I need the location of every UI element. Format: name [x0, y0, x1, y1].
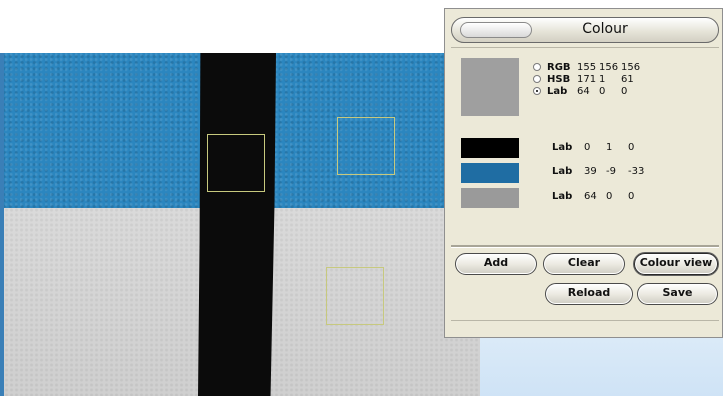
sample-3-label: Lab — [552, 191, 573, 202]
mode-option-hsb[interactable]: HSB 171 1 61 — [533, 73, 643, 85]
sample-2-b: -33 — [628, 166, 645, 177]
title-divider — [451, 47, 719, 48]
clear-button[interactable]: Clear — [543, 253, 625, 275]
sample-2-l: 39 — [584, 166, 597, 177]
colour-mode-options: RGB 155 156 156 HSB 171 1 61 Lab 64 0 0 — [533, 61, 643, 97]
radio-lab[interactable] — [533, 87, 541, 95]
panel-bottom-divider — [451, 320, 719, 321]
sample-1-a: 1 — [606, 142, 613, 153]
sample-row-2: Lab 39 -9 -33 — [552, 166, 650, 177]
sample-box-blue[interactable] — [337, 117, 395, 175]
reload-button[interactable]: Reload — [545, 283, 633, 305]
colour-view-button[interactable]: Colour view — [634, 253, 718, 275]
sample-1-b: 0 — [628, 142, 635, 153]
sample-3-l: 64 — [584, 191, 597, 202]
background-panel — [480, 330, 723, 396]
save-button[interactable]: Save — [637, 283, 718, 305]
sample-3-a: 0 — [606, 191, 613, 202]
sample-2-label: Lab — [552, 166, 573, 177]
hsb-b: 61 — [621, 73, 634, 85]
lab-a: 0 — [599, 85, 606, 97]
sample-box-black[interactable] — [207, 134, 265, 192]
lab-b: 0 — [621, 85, 628, 97]
sample-1-l: 0 — [584, 142, 591, 153]
sample-1-label: Lab — [552, 142, 573, 153]
sample-row-1: Lab 0 1 0 — [552, 142, 650, 153]
hsb-h: 171 — [577, 73, 597, 85]
mode-label-rgb: RGB — [547, 61, 571, 73]
mode-label-lab: Lab — [547, 85, 568, 97]
lab-l: 64 — [577, 85, 590, 97]
panel-title: Colour — [582, 21, 628, 37]
rgb-r: 155 — [577, 61, 597, 73]
black-stripe — [198, 53, 276, 396]
hsb-s: 1 — [599, 73, 606, 85]
image-left-edge — [0, 53, 4, 396]
mode-option-rgb[interactable]: RGB 155 156 156 — [533, 61, 643, 73]
rgb-g: 156 — [599, 61, 619, 73]
colour-panel: Colour RGB 155 156 156 HSB 171 1 61 Lab … — [444, 8, 723, 338]
buttons-divider — [451, 245, 719, 248]
sample-2-a: -9 — [606, 166, 616, 177]
radio-hsb[interactable] — [533, 75, 541, 83]
sample-row-3: Lab 64 0 0 — [552, 191, 650, 202]
mode-label-hsb: HSB — [547, 73, 571, 85]
current-colour-swatch — [461, 58, 519, 116]
panel-titlebar: Colour — [451, 17, 719, 43]
radio-rgb[interactable] — [533, 63, 541, 71]
sample-swatch-gray — [461, 188, 519, 208]
sample-swatch-black — [461, 138, 519, 158]
sample-swatch-blue — [461, 163, 519, 183]
sample-3-b: 0 — [628, 191, 635, 202]
rgb-b: 156 — [621, 61, 641, 73]
sample-image[interactable] — [0, 53, 480, 396]
mode-option-lab[interactable]: Lab 64 0 0 — [533, 85, 643, 97]
sample-box-gray[interactable] — [326, 267, 384, 325]
add-button[interactable]: Add — [455, 253, 537, 275]
